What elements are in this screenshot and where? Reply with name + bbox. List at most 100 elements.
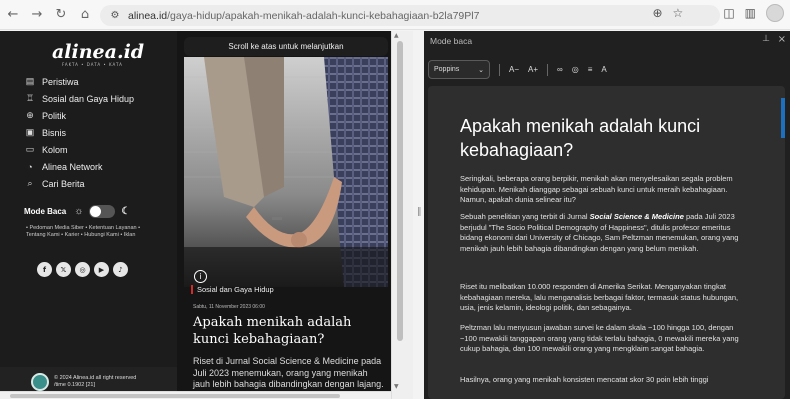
youtube-icon[interactable]: ▶ bbox=[94, 262, 109, 277]
toolbar-separator bbox=[499, 63, 500, 76]
toggle-knob bbox=[90, 206, 102, 217]
x-icon[interactable]: 𝕏 bbox=[56, 262, 71, 277]
menu-item-label: Sosial dan Gaya Hidup bbox=[42, 93, 135, 104]
toolbar-actions: ⊕ ☆ ◫ ▥ bbox=[652, 4, 784, 22]
website-pane: alinea.id FAKTA • DATA • KATA ▤ Peristiwa… bbox=[0, 31, 413, 399]
links-toggle-icon[interactable]: ∞ bbox=[557, 65, 563, 74]
copyright-line1: © 2024 Alinea.id all right reserved bbox=[54, 375, 137, 381]
copyright-line2: /time 0.1902 [21] bbox=[54, 382, 95, 388]
increase-font-button[interactable]: A+ bbox=[528, 65, 538, 74]
scroll-up-banner[interactable]: Scroll ke atas untuk melanjutkan bbox=[184, 37, 388, 56]
menu-item-label: Cari Berita bbox=[42, 178, 85, 189]
scroll-up-arrow-icon[interactable]: ▲ bbox=[394, 32, 399, 39]
reading-paragraph-1: Seringkali, beberapa orang berpikir, men… bbox=[460, 174, 733, 205]
close-icon[interactable]: × bbox=[778, 34, 786, 45]
menu-item-kolom[interactable]: ▭ Kolom bbox=[24, 141, 134, 158]
column-icon: ▭ bbox=[25, 144, 35, 154]
address-bar[interactable]: ⚙ alinea.id/gaya-hidup/apakah-menikah-ad… bbox=[100, 5, 720, 26]
pane-divider[interactable]: ‖ bbox=[413, 31, 424, 399]
reading-paragraph-4: Peltzman lalu menyusun jawaban survei ke… bbox=[460, 323, 739, 354]
menu-item-bisnis[interactable]: ▣ Bisnis bbox=[24, 124, 134, 141]
social-links: f 𝕏 ◎ ▶ ♪ bbox=[37, 262, 128, 277]
tiktok-icon[interactable]: ♪ bbox=[113, 262, 128, 277]
reading-paragraph-5: Hasilnya, orang yang menikah konsisten m… bbox=[460, 375, 709, 384]
reading-mode-header: Mode baca ⊥ × bbox=[424, 31, 790, 53]
split-screen-icon[interactable]: ▥ bbox=[745, 6, 756, 20]
globe-icon: ⊕ bbox=[26, 110, 34, 120]
network-icon: ◔ bbox=[27, 161, 33, 172]
scroll-down-arrow-icon[interactable]: ▼ bbox=[394, 383, 399, 390]
home-icon[interactable]: ⌂ bbox=[74, 4, 96, 26]
extensions-icon[interactable]: ◫ bbox=[723, 6, 734, 20]
vertical-scrollbar[interactable]: ▲ ▼ bbox=[391, 31, 413, 399]
couple-holding-hands-image bbox=[184, 57, 388, 287]
back-icon[interactable]: ← bbox=[2, 4, 24, 26]
zoom-icon[interactable]: ⊕ bbox=[652, 6, 662, 20]
font-select-value: Poppins bbox=[434, 66, 460, 73]
site-sidebar: alinea.id FAKTA • DATA • KATA ▤ Peristiwa… bbox=[0, 31, 177, 399]
menu-item-cari[interactable]: ⌕ Cari Berita bbox=[24, 175, 134, 192]
instagram-icon[interactable]: ◎ bbox=[75, 262, 90, 277]
article-photo: i bbox=[184, 57, 388, 287]
profile-avatar[interactable] bbox=[766, 4, 784, 22]
dark-mode-toggle[interactable] bbox=[89, 205, 116, 218]
mode-label: Mode Baca bbox=[24, 207, 67, 216]
article-title: Apakah menikah adalah kunci kebahagiaan? bbox=[193, 315, 352, 347]
favorite-star-icon[interactable]: ☆ bbox=[673, 6, 684, 20]
reading-mode-scroll-indicator bbox=[781, 98, 785, 138]
toolbar-separator bbox=[547, 63, 549, 76]
font-select[interactable]: Poppins ⌄ bbox=[428, 60, 490, 79]
menu-item-sosial[interactable]: ♖ Sosial dan Gaya Hidup bbox=[24, 90, 134, 107]
lifestyle-icon: ♖ bbox=[25, 93, 35, 103]
pin-icon[interactable]: ⊥ bbox=[762, 34, 770, 44]
copyright-text: © 2024 Alinea.id all right reserved /tim… bbox=[54, 375, 136, 389]
reading-paragraph-3: Riset itu melibatkan 10.000 responden di… bbox=[460, 282, 739, 313]
chevron-down-icon: ⌄ bbox=[478, 66, 484, 74]
line-spacing-icon[interactable]: ≡ bbox=[588, 65, 593, 74]
url-text[interactable]: alinea.id/gaya-hidup/apakah-menikah-adal… bbox=[128, 10, 479, 22]
reading-mode-row: Mode Baca ☼ ☾ bbox=[24, 205, 130, 218]
verification-seal-icon bbox=[31, 373, 49, 391]
menu-item-politik[interactable]: ⊕ Politik bbox=[24, 107, 134, 124]
letter-spacing-icon[interactable]: A bbox=[601, 65, 606, 74]
menu-item-peristiwa[interactable]: ▤ Peristiwa bbox=[24, 73, 134, 90]
color-theme-icon[interactable]: ◎ bbox=[572, 65, 579, 74]
article-column: Scroll ke atas untuk melanjutkan i Sosia… bbox=[177, 31, 391, 399]
url-path: /gaya-hidup/apakah-menikah-adalah-kunci-… bbox=[167, 9, 480, 22]
menu-item-network[interactable]: ◔ Alinea Network bbox=[24, 158, 134, 175]
site-logo[interactable]: alinea.id bbox=[52, 41, 144, 63]
menu-item-label: Alinea Network bbox=[42, 161, 103, 172]
sun-icon: ☼ bbox=[74, 206, 84, 217]
reload-icon[interactable]: ↻ bbox=[50, 4, 72, 26]
menu-item-label: Politik bbox=[42, 110, 67, 121]
reading-mode-panel: Mode baca ⊥ × Poppins ⌄ A− A+ ∞ ◎ ≡ A Apa… bbox=[424, 31, 790, 399]
article-date: Sabtu, 11 November 2023 06:00 bbox=[193, 304, 265, 310]
horizontal-scrollbar[interactable] bbox=[0, 391, 391, 399]
newspaper-icon: ▤ bbox=[25, 76, 35, 86]
decrease-font-button[interactable]: A− bbox=[509, 65, 519, 74]
url-domain: alinea.id bbox=[128, 9, 168, 22]
vertical-scroll-thumb[interactable] bbox=[397, 41, 403, 341]
footer-links[interactable]: • Pedoman Media Siber • Ketentuan Layana… bbox=[26, 225, 154, 239]
forward-icon[interactable]: → bbox=[26, 4, 48, 26]
article-category[interactable]: Sosial dan Gaya Hidup bbox=[191, 285, 274, 294]
info-icon[interactable]: i bbox=[194, 270, 207, 283]
site-menu: ▤ Peristiwa ♖ Sosial dan Gaya Hidup ⊕ Polit… bbox=[24, 73, 134, 192]
reading-mode-heading: Apakah menikah adalah kunci kebahagiaan? bbox=[460, 116, 701, 160]
reading-mode-toolbar: Poppins ⌄ A− A+ ∞ ◎ ≡ A bbox=[428, 57, 778, 82]
logo-tagline: FAKTA • DATA • KATA bbox=[62, 62, 123, 67]
reading-paragraph-2: Sebuah penelitian yang terbit di Jurnal … bbox=[460, 212, 739, 253]
site-info-icon[interactable]: ⚙ bbox=[106, 9, 124, 23]
article-excerpt: Riset di Jurnal Social Science & Medicin… bbox=[193, 356, 384, 389]
horizontal-scroll-thumb[interactable] bbox=[10, 394, 340, 398]
browser-toolbar: ← → ↻ ⌂ ⚙ alinea.id/gaya-hidup/apakah-me… bbox=[0, 0, 790, 30]
journal-name: Social Science & Medicine bbox=[589, 212, 684, 221]
briefcase-icon: ▣ bbox=[25, 127, 35, 137]
search-icon: ⌕ bbox=[27, 178, 33, 188]
moon-icon: ☾ bbox=[121, 206, 131, 217]
menu-item-label: Bisnis bbox=[42, 127, 67, 138]
reading-mode-title: Mode baca bbox=[430, 36, 473, 46]
facebook-icon[interactable]: f bbox=[37, 262, 52, 277]
reading-mode-content: Apakah menikah adalah kunci kebahagiaan?… bbox=[428, 86, 785, 399]
resize-grip-icon[interactable]: ‖ bbox=[417, 207, 422, 217]
